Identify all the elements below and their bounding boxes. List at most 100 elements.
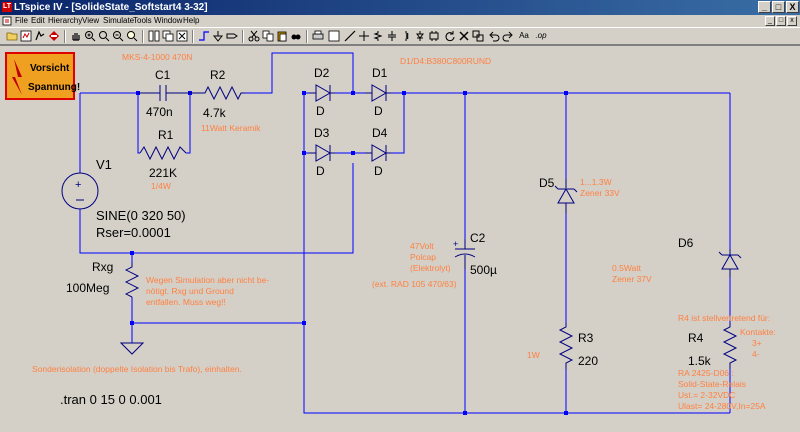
- delete-icon[interactable]: [458, 30, 470, 42]
- run-icon[interactable]: [34, 30, 46, 42]
- v1-name: V1: [96, 157, 112, 172]
- r4-name: R4: [688, 331, 704, 345]
- zoom-fit-icon[interactable]: [126, 30, 138, 42]
- comment-relais-line-2: Solid-State-Relais: [678, 379, 746, 389]
- open-folder-icon[interactable]: [6, 30, 18, 42]
- ltspice-app-icon[interactable]: LT: [2, 2, 12, 12]
- resistor-r2[interactable]: R2 4.7k: [190, 68, 245, 120]
- diode-d4[interactable]: D4 D: [365, 126, 391, 178]
- comment-r3: 1W: [527, 350, 540, 360]
- comment-relais-line-3: Ust.= 2-32VDC: [678, 390, 735, 400]
- capacitor-icon[interactable]: [386, 30, 398, 42]
- find-icon[interactable]: [290, 30, 302, 42]
- diode-icon[interactable]: [414, 30, 426, 42]
- toolbar-separator: [192, 30, 194, 43]
- d1-value: D: [374, 104, 383, 118]
- schematic-drawing[interactable]: Vorsicht Spannung! C1 470n R2 4.7k R1 22…: [0, 46, 800, 432]
- redo-icon[interactable]: [502, 30, 514, 42]
- r3-value: 220: [578, 354, 598, 368]
- maximize-button[interactable]: □: [772, 1, 785, 13]
- rotate-icon[interactable]: [444, 30, 456, 42]
- c2-value: 500µ: [470, 263, 497, 277]
- ground-icon[interactable]: [212, 30, 224, 42]
- inductor-icon[interactable]: [400, 30, 412, 42]
- copy-icon[interactable]: [262, 30, 274, 42]
- menu-help[interactable]: Help: [183, 16, 199, 26]
- component-icon[interactable]: [428, 30, 440, 42]
- menu-tools[interactable]: Tools: [133, 16, 152, 26]
- toolbar-separator: [242, 30, 244, 43]
- menu-hierarchy[interactable]: Hierarchy: [48, 16, 82, 26]
- mdi-minimize-button[interactable]: _: [765, 16, 775, 26]
- v1-value: SINE(0 320 50): [96, 208, 186, 223]
- ground-symbol[interactable]: [119, 342, 145, 355]
- control-panel-icon[interactable]: [20, 30, 32, 42]
- diode-d3[interactable]: D3 D: [309, 126, 335, 178]
- mdi-restore-button[interactable]: □: [776, 16, 786, 26]
- draw-wire-icon[interactable]: [198, 30, 210, 42]
- comment-d6-line-2: Zener 37V: [612, 274, 652, 284]
- zoom-in-icon[interactable]: [84, 30, 96, 42]
- wires: [79, 52, 731, 414]
- capacitor-c2[interactable]: + C2 500µ: [453, 231, 497, 277]
- text-tool-button[interactable]: Aa: [517, 30, 531, 42]
- zoom-out-icon[interactable]: [112, 30, 124, 42]
- minimize-button[interactable]: _: [758, 1, 771, 13]
- undo-icon[interactable]: [488, 30, 500, 42]
- move-icon[interactable]: [358, 30, 370, 42]
- menu-edit[interactable]: Edit: [31, 16, 45, 26]
- menu-window[interactable]: Window: [154, 16, 182, 26]
- window-title: LTspice IV - [SolideState_Softstart4 3-3…: [14, 2, 208, 13]
- menu-bar: File Edit Hierarchy View Simulate Tools …: [0, 15, 800, 27]
- diode-d2[interactable]: D2 D: [309, 66, 335, 118]
- menu-view[interactable]: View: [82, 16, 99, 26]
- comment-rxg-line-3: entfallen. Muss weg!!: [146, 297, 226, 307]
- tile-windows-icon[interactable]: [148, 30, 160, 42]
- zener-diode-d6[interactable]: D6: [678, 236, 742, 277]
- paste-icon[interactable]: [276, 30, 288, 42]
- resistor-r3[interactable]: R3 220: [558, 323, 598, 369]
- toolbar-separator: [142, 30, 144, 43]
- comment-kontakte-line-1: Kontakte:: [740, 327, 776, 337]
- mdi-close-button[interactable]: x: [787, 16, 797, 26]
- menu-simulate[interactable]: Simulate: [103, 16, 134, 26]
- cut-icon[interactable]: [248, 30, 260, 42]
- zener-diode-d5[interactable]: D5: [539, 176, 578, 213]
- comment-r4: R4 ist stellvertretend für:: [678, 313, 770, 323]
- close-window-icon[interactable]: [176, 30, 188, 42]
- resistor-icon[interactable]: [372, 30, 384, 42]
- warning-line-2: Spannung!: [28, 82, 80, 93]
- spice-directive[interactable]: .tran 0 15 0 0.001: [60, 392, 162, 407]
- wire-tool-icon[interactable]: [344, 30, 356, 42]
- r4-value: 1.5k: [688, 354, 712, 368]
- resistor-r1[interactable]: R1 221K: [139, 128, 187, 180]
- comment-d5-line-1: 1...1.3W: [580, 177, 612, 187]
- close-button[interactable]: X: [786, 1, 799, 13]
- cascade-windows-icon[interactable]: [162, 30, 174, 42]
- spice-directive-button[interactable]: .op: [533, 30, 549, 42]
- capacitor-c1[interactable]: C1 470n: [138, 68, 190, 119]
- d4-value: D: [374, 164, 383, 178]
- d2-value: D: [316, 104, 325, 118]
- duplicate-icon[interactable]: [472, 30, 484, 42]
- pan-hand-icon[interactable]: [70, 30, 82, 42]
- schematic-canvas[interactable]: Vorsicht Spannung! C1 470n R2 4.7k R1 22…: [0, 45, 800, 432]
- document-icon[interactable]: [2, 16, 12, 26]
- resistor-rxg[interactable]: Rxg 100Meg: [66, 260, 140, 298]
- halt-icon[interactable]: [48, 30, 60, 42]
- comment-c2-line-2: Polcap: [410, 252, 436, 262]
- resistor-r4[interactable]: R4 1.5k: [688, 323, 738, 369]
- d3-value: D: [316, 164, 325, 178]
- zoom-area-icon[interactable]: [98, 30, 110, 42]
- comment-d6-line-1: 0.5Watt: [612, 263, 642, 273]
- menu-file[interactable]: File: [15, 16, 28, 26]
- d2-name: D2: [314, 66, 330, 80]
- warning-sign: Vorsicht Spannung!: [5, 52, 80, 100]
- diode-d1[interactable]: D1 D: [365, 66, 391, 118]
- comment-mks: MKS-4-1000 470N: [122, 52, 192, 62]
- print-preview-icon[interactable]: [328, 30, 340, 42]
- print-icon[interactable]: [312, 30, 324, 42]
- c2-name: C2: [470, 231, 486, 245]
- comment-d5-line-2: Zener 33V: [580, 188, 620, 198]
- net-label-icon[interactable]: [226, 30, 238, 42]
